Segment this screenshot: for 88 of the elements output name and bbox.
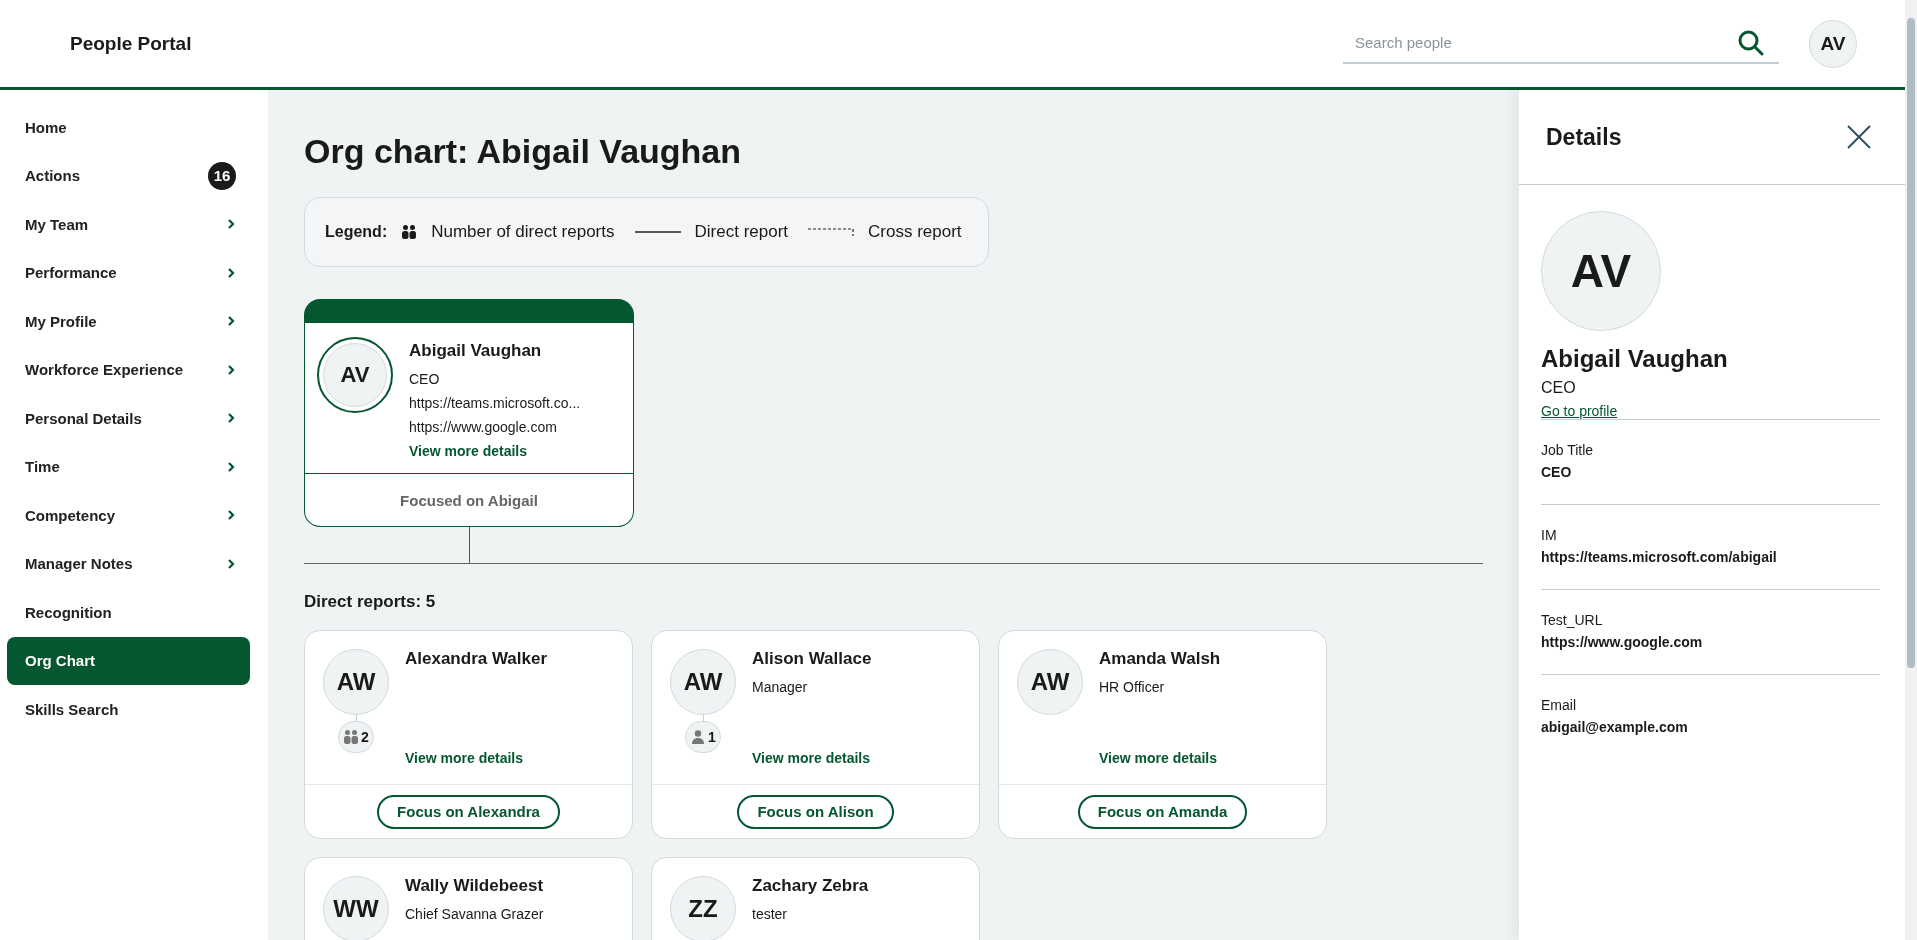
job-title: tester [752,906,788,922]
person-detail: CEO [409,371,441,387]
section-heading: Direct reports: 5 [304,592,437,612]
nav-item[interactable]: Performance [7,248,250,297]
view-details-link[interactable]: View more details [752,750,961,766]
field-value: abigail@example.com [1541,719,1689,735]
avatar: AW [1017,649,1083,715]
panel-title: Details [1546,123,1622,151]
person-name: Zachary Zebra [752,876,870,896]
nav-label: Manager Notes [25,555,134,573]
job-title: Chief Savanna Grazer [405,906,545,922]
person-detail: https://teams.microsoft.co... [409,395,581,411]
nav-label: My Team [25,215,90,233]
solid-line-icon [634,231,681,233]
nav-item[interactable]: Org Chart [7,636,250,685]
reports-count: 2 [338,721,374,753]
search-field[interactable]: Search people [1343,23,1779,64]
nav-item[interactable]: Actions 16 [7,151,250,200]
focus-status: Focused on Abigail [399,490,539,511]
field-label: IM [1541,527,1558,543]
avatar: ZZ [670,876,736,940]
user-avatar[interactable]: AV [1809,19,1857,68]
nav-item[interactable]: Personal Details [7,394,250,443]
nav-item[interactable]: My Profile [7,297,250,346]
legend-text: Number of direct reports [431,222,615,242]
field-label: Email [1541,697,1577,713]
person-name: Wally Wildebeest [405,876,545,896]
nav-label: Home [25,118,68,136]
person-name: Abigail Vaughan [409,341,543,361]
nav-label: My Profile [25,312,98,330]
nav-item[interactable]: Home [7,103,250,152]
legend-text: Cross report [868,222,962,242]
field-label: Job Title [1541,442,1595,458]
focus-button[interactable]: Focus on Alison [737,794,894,829]
field-value: https://www.google.com [1541,634,1704,650]
nav-label: Performance [25,264,118,282]
view-details-link[interactable]: View more details [405,750,614,766]
nav-item[interactable]: Skills Search [7,685,250,734]
person-name: Abigail Vaughan [1541,345,1729,373]
field-value: https://teams.microsoft.com/abigail [1541,549,1778,565]
nav-label: Workforce Experience [25,361,185,379]
person-name: Amanda Walsh [1099,649,1222,669]
page-title: Org chart: Abigail Vaughan [304,132,743,171]
avatar: AW [670,649,736,715]
nav-item[interactable]: Manager Notes [7,539,250,588]
job-title: Manager [752,679,809,695]
nav-item[interactable]: Workforce Experience [7,345,250,394]
people-icon [343,729,360,745]
avatar: AW [323,649,389,715]
field-value: CEO [1541,464,1573,480]
nav-label: Actions [25,167,81,185]
reports-count: 1 [685,721,721,753]
nav-label: Skills Search [25,700,120,718]
person-name: Alexandra Walker [405,649,549,669]
nav-label: Competency [25,506,117,524]
avatar: AV [1541,211,1661,331]
nav-item[interactable]: Recognition [7,588,250,637]
avatar: WW [323,876,389,940]
person-name: Alison Wallace [752,649,873,669]
avatar: AV [323,343,387,407]
profile-link[interactable]: Go to profile [1541,403,1618,419]
scrollbar[interactable] [1905,0,1917,940]
nav-label: Org Chart [25,652,96,670]
nav-item[interactable]: My Team [7,200,250,249]
focus-button[interactable]: Focus on Amanda [1077,794,1248,829]
nav-label: Personal Details [25,409,143,427]
app-title: People Portal [70,32,193,55]
nav-label: Recognition [25,603,113,621]
count-badge: 16 [208,161,236,190]
scrollbar-thumb[interactable] [1907,18,1915,668]
person-icon [690,729,707,745]
legend-label: Legend: [325,223,388,241]
view-details-link[interactable]: View more details [1099,750,1308,766]
legend-text: Direct report [694,222,789,242]
nav-item[interactable]: Time [7,442,250,491]
nav-item[interactable]: Competency [7,491,250,540]
job-title: CEO [1541,379,1577,397]
connector-line [469,527,470,563]
view-details-link[interactable]: View more details [409,443,581,459]
search-input[interactable]: Search people [1353,33,1737,52]
dashed-line-icon [808,228,855,236]
focus-button[interactable]: Focus on Alexandra [377,794,560,829]
person-detail: https://www.google.com [409,419,558,435]
field-label: Test_URL [1541,612,1604,628]
job-title: HR Officer [1099,679,1166,695]
people-icon [401,224,418,240]
search-icon[interactable] [1737,28,1765,57]
nav-label: Time [25,458,61,476]
